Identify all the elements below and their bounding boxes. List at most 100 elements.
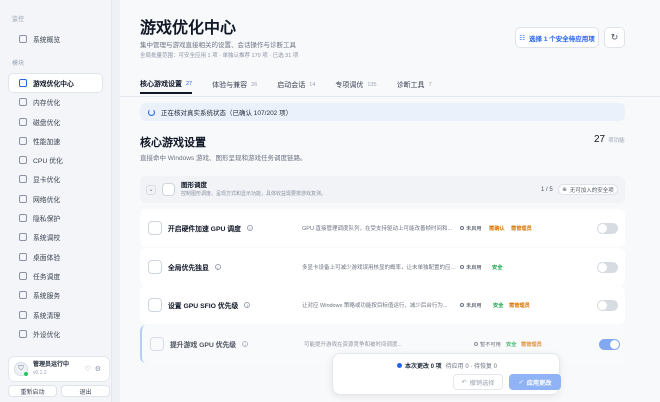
setting-name: 提升游戏 GPU 优先级 bbox=[170, 342, 237, 349]
setting-state: 未启用 bbox=[460, 225, 482, 232]
restart-button[interactable]: 重新启动 bbox=[8, 385, 57, 397]
state-circle-icon bbox=[474, 342, 478, 346]
tab-count: 14 bbox=[309, 82, 316, 88]
disk-icon bbox=[19, 117, 27, 126]
apply-changes-button[interactable]: ✓ 应用更改 bbox=[509, 374, 561, 390]
undo-selection-button[interactable]: ↶ 撤销选择 bbox=[453, 374, 503, 390]
broom-icon bbox=[19, 310, 27, 319]
section-count-value: 27 bbox=[594, 134, 606, 145]
state-text: 暂不可用 bbox=[480, 341, 501, 348]
tab-count: 7 bbox=[428, 82, 432, 88]
sidebar-item-tuning[interactable]: 系统调校 bbox=[0, 228, 111, 247]
sidebar-item-privacy[interactable]: 隐私保护 bbox=[0, 208, 111, 227]
sidebar-item-label: CPU 优化 bbox=[33, 158, 63, 166]
info-icon[interactable]: i bbox=[242, 341, 249, 347]
sidebar-item-label: 网络优化 bbox=[33, 196, 61, 204]
sidebar-item-game-center[interactable]: 游戏优化中心 bbox=[8, 73, 103, 93]
section-count: 27 项功能 bbox=[594, 134, 625, 145]
cpu-icon bbox=[19, 156, 27, 165]
exit-button[interactable]: 退出 bbox=[61, 385, 110, 397]
mouse-icon bbox=[19, 329, 27, 338]
tasks-icon bbox=[19, 271, 27, 280]
setting-icon bbox=[148, 221, 162, 235]
sidebar-item-gpu[interactable]: 显卡优化 bbox=[0, 170, 111, 189]
sidebar-item-label: 系统清理 bbox=[33, 312, 61, 320]
gear-icon[interactable]: ⚙ bbox=[95, 366, 105, 373]
sidebar-item-network[interactable]: 网络优化 bbox=[0, 189, 111, 208]
setting-toggle[interactable] bbox=[599, 338, 620, 350]
tab-diagnostics[interactable]: 诊断工具 7 bbox=[397, 76, 432, 94]
setting-name: 设置 GPU SFIO 优先级 bbox=[168, 303, 239, 310]
graphics-icon bbox=[162, 183, 175, 196]
sidebar-item-label: 显卡优化 bbox=[33, 177, 61, 185]
sidebar-item-desktop[interactable]: 桌面体验 bbox=[0, 247, 111, 266]
setting-row: 开启硬件加速 GPU 调度 i GPU 直接管理调度队列，在受支持驱动上可能改善帧… bbox=[140, 209, 625, 247]
setting-row: 全局优先独显 i 多显卡设备上可减少游戏误用核显的概率，让未单独配置的应用更倾向使… bbox=[140, 248, 625, 286]
tab-bar: 核心游戏设置 27 体验与兼容 26 启动会话 14 专项调优 135 诊断工具 7 bbox=[140, 76, 452, 94]
page-title: 游戏优化中心 bbox=[140, 20, 237, 37]
tab-launch-session[interactable]: 启动会话 14 bbox=[277, 76, 315, 94]
tab-experience[interactable]: 体验与兼容 26 bbox=[212, 76, 257, 94]
chevron-down-icon[interactable]: ⌄ bbox=[146, 184, 156, 195]
user-status-card: ⛉ 管理员运行中 v0.1.2 ♡⚙ bbox=[8, 356, 110, 382]
undo-icon: ↶ bbox=[461, 378, 467, 386]
group-header[interactable]: ⌄ 图形调度 控制图形调度、呈现方式和显示功能，具体收益需要按游戏复测。 1 / … bbox=[140, 176, 625, 203]
sidebar-item-label: 内存优化 bbox=[33, 100, 61, 108]
tab-core-settings[interactable]: 核心游戏设置 27 bbox=[140, 76, 193, 94]
group-desc: 控制图形调度、呈现方式和显示功能，具体收益需要按游戏复测。 bbox=[181, 190, 327, 197]
info-icon[interactable]: i bbox=[214, 264, 221, 270]
loading-spinner-icon bbox=[148, 108, 155, 116]
setting-toggle[interactable] bbox=[597, 222, 618, 234]
services-icon bbox=[19, 291, 27, 300]
sidebar-item-label: 系统概览 bbox=[33, 36, 61, 44]
status-text: 正在核对真实系统状态（已确认 107/202 项） bbox=[161, 110, 293, 117]
pending-changes-bar: 本次更改 0 项待应用 0 · 待恢复 0 ↶ 撤销选择 ✓ 应用更改 bbox=[332, 353, 561, 395]
add-safe-items-button[interactable]: ⊕ 无可加入的安全项 bbox=[558, 184, 618, 195]
sidebar-item-performance[interactable]: 性能加速 bbox=[0, 131, 111, 150]
sidebar-item-label: 外设优化 bbox=[33, 331, 61, 339]
info-icon[interactable]: i bbox=[244, 302, 251, 308]
app-window: 监控 系统概览 模块 游戏优化中心 内存优化 磁盘优化 性能加速 CPU 优化 … bbox=[0, 0, 660, 402]
refresh-button[interactable]: ↻ bbox=[604, 27, 625, 48]
sidebar-item-label: 游戏优化中心 bbox=[33, 80, 74, 88]
tag-confirm: 需确认 bbox=[489, 225, 505, 232]
tab-label: 核心游戏设置 bbox=[140, 81, 182, 88]
tab-label: 体验与兼容 bbox=[212, 82, 248, 89]
gamepad-icon bbox=[19, 78, 27, 87]
setting-toggle[interactable] bbox=[597, 261, 618, 273]
tag-admin: 需管理员 bbox=[511, 225, 532, 232]
tab-count: 135 bbox=[367, 82, 377, 88]
setting-toggle[interactable] bbox=[597, 299, 618, 311]
setting-desc: 多显卡设备上可减少游戏误用核显的概率，让未单独配置的应用更倾向使... bbox=[302, 265, 457, 271]
sidebar-item-cleanup[interactable]: 系统清理 bbox=[0, 305, 111, 324]
sidebar-item-overview[interactable]: 系统概览 bbox=[0, 29, 111, 48]
sidebar-item-tasks[interactable]: 任务调度 bbox=[0, 266, 111, 285]
shield-icon bbox=[19, 214, 27, 223]
tag-admin: 需管理员 bbox=[509, 302, 530, 309]
sidebar-item-label: 隐私保护 bbox=[33, 216, 61, 224]
setting-desc: 让对应 Windows 策略或功能按目标值运行，减少后台行为... bbox=[302, 303, 448, 309]
sidebar-item-services[interactable]: 系统服务 bbox=[0, 286, 111, 305]
heart-icon[interactable]: ♡ bbox=[84, 366, 94, 373]
apply-label: 应用更改 bbox=[526, 379, 552, 387]
sidebar: 监控 系统概览 模块 游戏优化中心 内存优化 磁盘优化 性能加速 CPU 优化 … bbox=[0, 0, 112, 402]
sidebar-item-disk[interactable]: 磁盘优化 bbox=[0, 112, 111, 131]
network-icon bbox=[19, 194, 27, 203]
add-label: 无可加入的安全项 bbox=[569, 187, 614, 194]
sidebar-item-memory[interactable]: 内存优化 bbox=[0, 93, 111, 112]
select-safe-items-button[interactable]: ☷ 选择 1 个安全待应用项 bbox=[515, 27, 599, 48]
tab-special-tuning[interactable]: 专项调优 135 bbox=[335, 76, 376, 94]
setting-state: 暂不可用 bbox=[474, 341, 501, 348]
state-circle-icon bbox=[460, 226, 464, 230]
setting-state: 未启用 bbox=[460, 264, 482, 271]
sidebar-item-cpu[interactable]: CPU 优化 bbox=[0, 150, 111, 169]
undo-label: 撤销选择 bbox=[469, 379, 495, 387]
sidebar-item-peripherals[interactable]: 外设优化 bbox=[0, 324, 111, 343]
info-icon[interactable]: i bbox=[246, 225, 253, 231]
changes-count: 本次更改 0 项 bbox=[404, 364, 442, 370]
status-dot-icon bbox=[396, 363, 402, 368]
select-button-label: 选择 1 个安全待应用项 bbox=[529, 35, 595, 43]
state-circle-icon bbox=[460, 303, 464, 307]
tab-count: 26 bbox=[251, 82, 258, 88]
user-name: 管理员运行中 bbox=[33, 362, 70, 368]
